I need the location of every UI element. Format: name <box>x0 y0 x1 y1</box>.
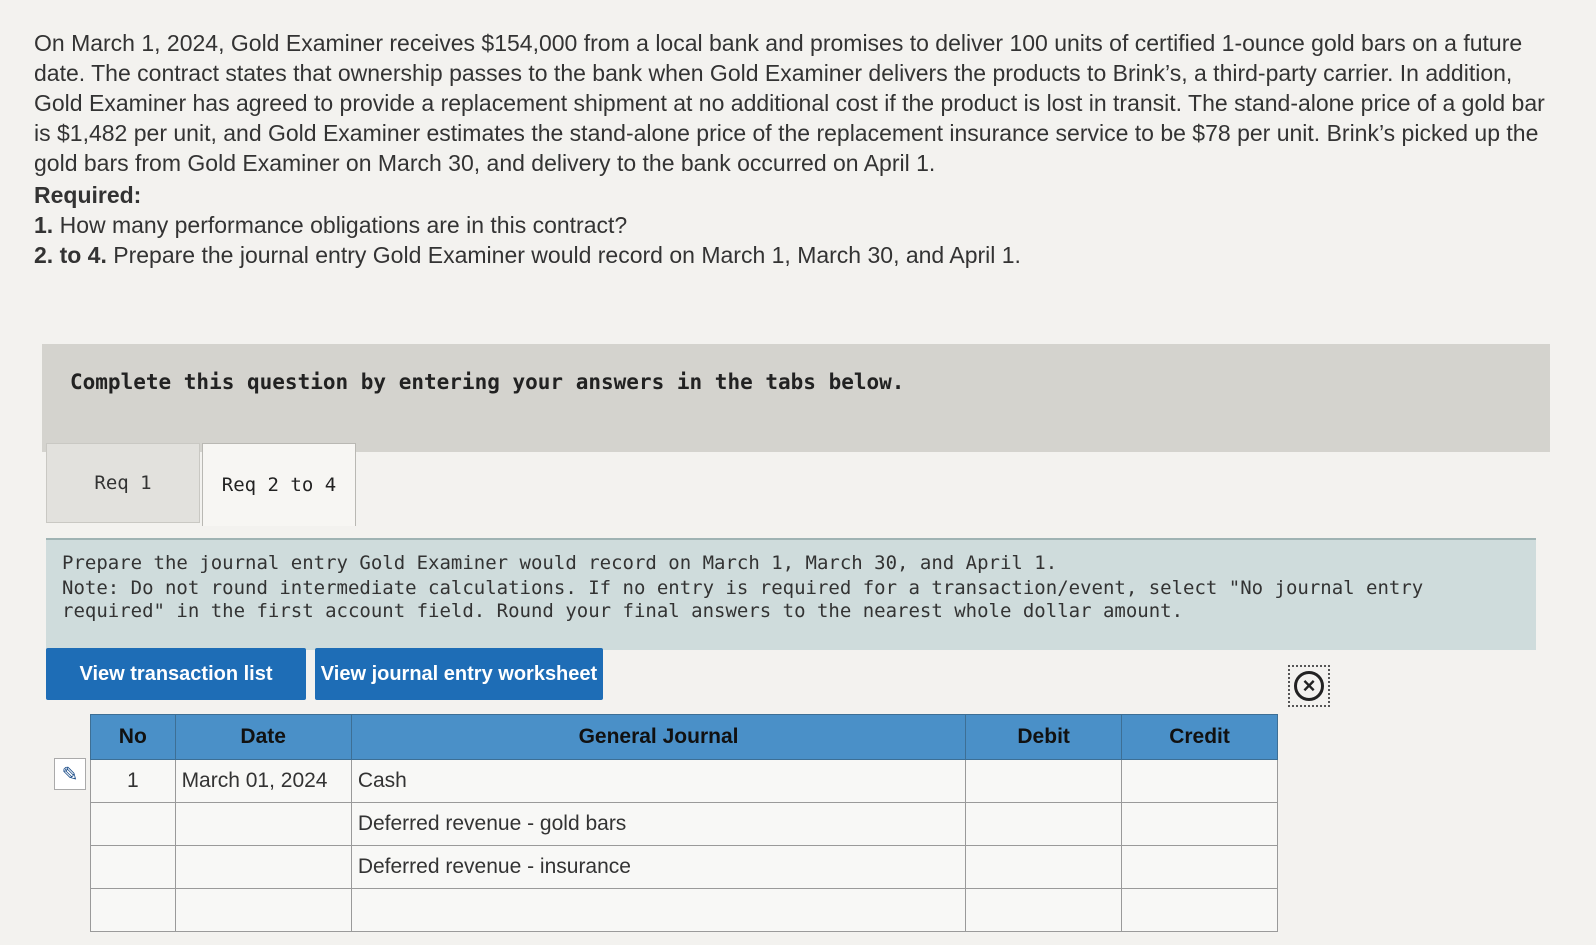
banner-text: Complete this question by entering your … <box>70 370 905 394</box>
view-transaction-list-button[interactable]: View transaction list <box>46 648 306 700</box>
credit-field[interactable] <box>1121 759 1278 803</box>
pencil-icon[interactable]: ✎ <box>54 758 86 790</box>
row-no <box>90 845 176 889</box>
row-date <box>174 845 352 889</box>
close-button[interactable]: × <box>1288 665 1330 707</box>
requirement-2-number: 2. to 4. <box>34 242 107 268</box>
account-field[interactable]: Cash <box>350 759 967 803</box>
requirement-2-text: Prepare the journal entry Gold Examiner … <box>113 242 1021 268</box>
table-row <box>90 888 1278 932</box>
required-heading: Required: <box>34 182 142 208</box>
instructions-panel: Prepare the journal entry Gold Examiner … <box>46 538 1536 650</box>
journal-header-row: No Date General Journal Debit Credit <box>90 714 1278 760</box>
account-field[interactable] <box>350 888 967 932</box>
header-no: No <box>90 714 176 760</box>
debit-field[interactable] <box>965 759 1123 803</box>
problem-paragraph: On March 1, 2024, Gold Examiner receives… <box>34 30 1545 176</box>
instructions-note: Note: Do not round intermediate calculat… <box>62 577 1424 622</box>
row-no: 1 <box>90 759 176 803</box>
header-general-journal: General Journal <box>350 714 967 760</box>
tab-req-1[interactable]: Req 1 <box>46 443 200 523</box>
credit-field[interactable] <box>1121 888 1278 932</box>
tab-req-2-to-4-label: Req 2 to 4 <box>221 474 337 496</box>
requirement-2: 2. to 4. Prepare the journal entry Gold … <box>34 240 1554 270</box>
credit-field[interactable] <box>1121 845 1278 889</box>
debit-field[interactable] <box>965 802 1123 846</box>
row-no <box>90 888 176 932</box>
account-field[interactable]: Deferred revenue - insurance <box>350 845 967 889</box>
view-journal-entry-worksheet-button[interactable]: View journal entry worksheet <box>315 648 603 700</box>
tab-req-2-to-4[interactable]: Req 2 to 4 <box>202 443 356 526</box>
header-debit: Debit <box>965 714 1123 760</box>
journal-table: No Date General Journal Debit Credit 1 M… <box>90 714 1278 932</box>
instructions-line-1: Prepare the journal entry Gold Examiner … <box>62 552 1058 574</box>
requirement-1-number: 1. <box>34 212 54 238</box>
table-row: Deferred revenue - insurance <box>90 845 1278 889</box>
header-date: Date <box>174 714 352 760</box>
tab-req-1-label: Req 1 <box>94 472 152 494</box>
row-no <box>90 802 176 846</box>
row-date <box>174 888 352 932</box>
debit-field[interactable] <box>965 888 1123 932</box>
row-date: March 01, 2024 <box>174 759 352 803</box>
instruction-banner: Complete this question by entering your … <box>42 344 1550 452</box>
close-circle-icon: × <box>1294 671 1324 701</box>
debit-field[interactable] <box>965 845 1123 889</box>
credit-field[interactable] <box>1121 802 1278 846</box>
account-field[interactable]: Deferred revenue - gold bars <box>350 802 967 846</box>
table-row: Deferred revenue - gold bars <box>90 802 1278 846</box>
requirement-1: 1. How many performance obligations are … <box>34 210 1554 240</box>
table-row: 1 March 01, 2024 Cash <box>90 759 1278 803</box>
row-date <box>174 802 352 846</box>
header-credit: Credit <box>1121 714 1278 760</box>
requirement-1-text: How many performance obligations are in … <box>59 212 628 238</box>
problem-statement: On March 1, 2024, Gold Examiner receives… <box>34 28 1554 270</box>
